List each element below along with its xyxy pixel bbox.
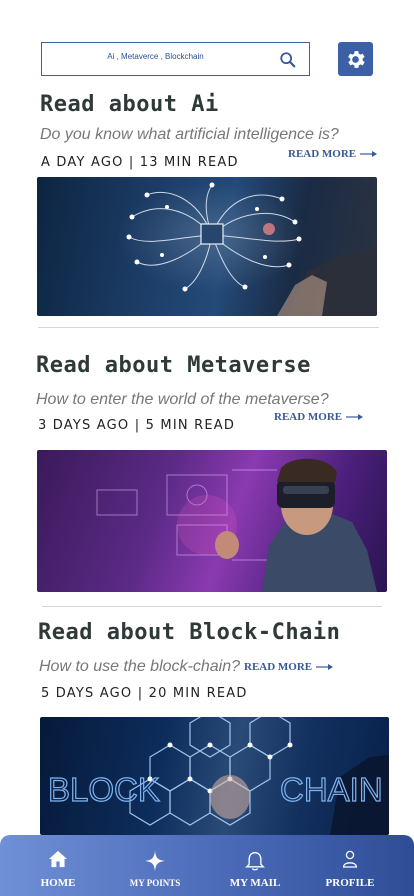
article-card-ai[interactable]: Read about Ai Do you know what artificia… [0, 0, 414, 330]
article-meta: 5 DAYS AGO | 20 MIN READ [41, 686, 248, 701]
ai-brain-illustration [117, 182, 377, 316]
divider [38, 327, 379, 328]
article-meta: 3 DAYS AGO | 5 MIN READ [38, 418, 236, 433]
image-text-block: BLOCK [48, 771, 160, 808]
article-title: Read about Block-Chain [38, 620, 341, 645]
article-card-blockchain[interactable]: Read about Block-Chain How to use the bl… [0, 606, 414, 835]
article-title: Read about Metaverse [36, 353, 311, 378]
vr-headset-illustration [96, 458, 377, 592]
article-title: Read about Ai [40, 92, 219, 117]
article-image-blockchain[interactable]: BLOCK CHAIN [40, 717, 389, 835]
home-icon [49, 850, 67, 868]
article-subtitle: Do you know what artificial intelligence… [40, 126, 339, 143]
read-more-label: READ MORE [288, 148, 357, 160]
arrow-right-icon [346, 414, 364, 420]
bell-icon [245, 851, 265, 871]
nav-item-my-mail[interactable]: MY MAIL [210, 835, 300, 896]
article-image-ai[interactable] [37, 177, 377, 316]
nav-label: MY POINTS [129, 878, 181, 888]
arrow-right-icon [316, 664, 334, 670]
article-subtitle: How to use the block-chain? [39, 658, 240, 675]
read-more-link[interactable]: READ MORE [274, 411, 364, 423]
read-more-label: READ MORE [274, 411, 343, 423]
article-subtitle: How to enter the world of the metaverse? [36, 391, 329, 408]
bottom-navigation: HOME MY POINTS MY MAIL PROFILE [0, 835, 414, 896]
nav-item-profile[interactable]: PROFILE [305, 835, 395, 896]
nav-label: PROFILE [325, 877, 375, 889]
article-image-metaverse[interactable] [37, 450, 387, 592]
article-meta: A DAY AGO | 13 MIN READ [41, 155, 239, 170]
nav-item-my-points[interactable]: MY POINTS [110, 835, 200, 896]
sparkle-icon [144, 850, 166, 872]
nav-label: HOME [40, 877, 76, 889]
blockchain-illustration: BLOCK CHAIN [47, 717, 389, 835]
article-card-metaverse[interactable]: Read about Metaverse How to enter the wo… [0, 330, 414, 606]
arrow-right-icon [360, 151, 378, 157]
image-text-chain: CHAIN [280, 771, 383, 808]
read-more-link[interactable]: READ MORE [288, 148, 378, 160]
read-more-label: READ MORE [244, 661, 313, 673]
nav-item-home[interactable]: HOME [13, 835, 103, 896]
nav-label: MY MAIL [229, 877, 281, 889]
read-more-link[interactable]: READ MORE [244, 661, 334, 673]
user-icon [342, 850, 358, 868]
